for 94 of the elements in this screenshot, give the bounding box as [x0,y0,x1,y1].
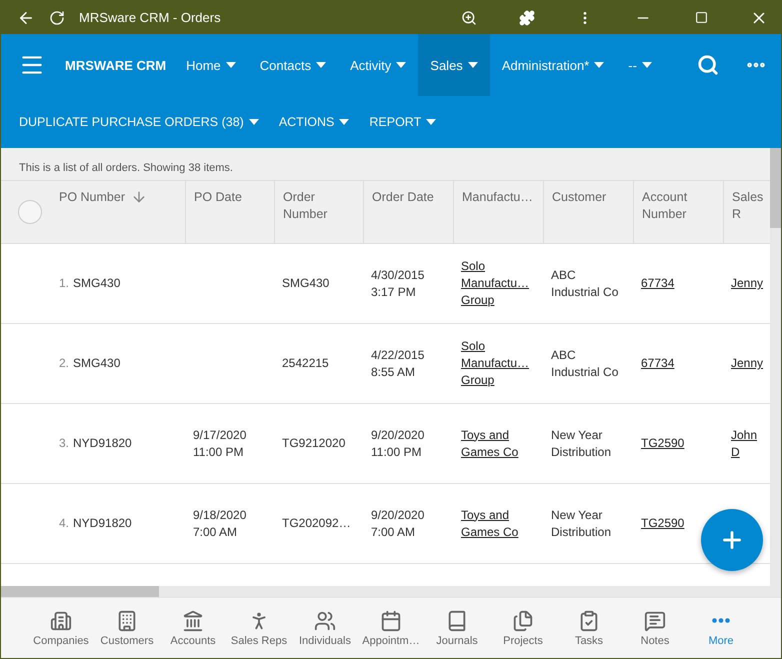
book-icon [446,610,468,632]
scrollbar-thumb[interactable] [1,586,159,597]
bottom-nav-item[interactable]: Tasks [556,598,622,658]
bottom-nav-item[interactable]: Sales Reps [226,598,292,658]
row-number: 1. [59,275,70,292]
documents-icon [512,610,534,632]
table-link[interactable]: Solo Manufactu… Group [461,258,535,309]
maximize-icon[interactable] [694,11,708,24]
puzzle-icon[interactable] [519,10,535,26]
table-row[interactable]: 3. NYD91820 9/17/2020 11:00 PM TG9212020 9/20/2020 11:00 PM Toys and Games Co New Year Distribution TG2590 John D [1,404,770,484]
table-cell: NYD91820 [73,435,132,452]
nav-menu[interactable]: -- [616,34,664,96]
zoom-icon[interactable] [461,10,477,26]
bottom-nav-item[interactable]: Notes [622,598,688,658]
toolbar-menu[interactable]: ACTIONS [278,115,350,129]
row-number: 4. [59,515,70,532]
nav-menu[interactable]: Sales [418,34,490,96]
table-cell-text: 9/18/2020 7:00 AM [193,506,248,540]
column-header[interactable]: Order Number [283,189,355,223]
table-row[interactable]: 2. SMG430 2542215 4/22/2015 8:55 AM Solo Manufactu… Group ABC Industrial Co 67734 Jenny [1,324,770,404]
column-header[interactable]: PO Number [59,189,125,206]
bottom-nav-item[interactable]: Companies [28,598,94,658]
bottom-nav-item[interactable]: Journals [424,598,490,658]
table-link[interactable]: 67734 [641,355,674,372]
table-cell-text: ABC Industrial Co [551,266,620,300]
reload-icon[interactable] [49,10,65,26]
table-cell-text: 4/30/2015 3:17 PM [371,266,426,300]
bottom-nav-item[interactable]: Accounts [160,598,226,658]
nav-menu[interactable]: Home [174,34,248,96]
row-number: 3. [59,435,70,452]
bank-icon [182,610,204,632]
column-header[interactable]: Sales R [732,189,764,223]
caret-icon [248,119,259,125]
caret-icon [426,119,436,125]
column-header[interactable]: Account Number [642,189,715,223]
table-link[interactable]: John D [731,426,763,460]
table-link[interactable]: Toys and Games Co [461,506,535,540]
table-link[interactable]: Toys and Games Co [461,426,535,460]
nav-menu[interactable]: Activity [338,34,418,96]
nav-menu[interactable]: Contacts [248,34,338,96]
toolbar-menu[interactable]: REPORT [369,115,436,129]
table-link[interactable]: 67734 [641,275,674,292]
bottom-nav-item[interactable]: Appointm… [358,598,424,658]
scrollbar-thumb[interactable] [770,148,781,228]
calendar-icon [380,610,402,632]
caret-icon [339,119,350,125]
caret-icon [642,62,652,68]
search-icon[interactable] [697,54,719,76]
bottom-nav-item[interactable]: Individuals [292,598,358,658]
bottom-nav-item[interactable]: Customers [94,598,160,658]
toolbar-menu[interactable]: DUPLICATE PURCHASE ORDERS (38) [19,115,259,129]
bottom-nav-item[interactable]: More [688,598,754,658]
table-link[interactable]: Jenny [731,355,764,372]
column-header[interactable]: PO Date [194,189,242,206]
table-cell-text: 9/17/2020 11:00 PM [193,426,248,460]
table-row[interactable]: 4. NYD91820 9/18/2020 7:00 AM TG202092… 9/20/2020 7:00 AM Toys and Games Co New Year Distribution TG2590 [1,484,770,564]
table-cell-text: New Year Distribution [551,506,612,540]
select-all-checkbox[interactable] [18,200,42,224]
table-link[interactable]: Solo Manufactu… Group [461,338,535,389]
table-cell: 2542215 [282,355,329,372]
table-cell-text: 4/22/2015 8:55 AM [371,346,426,380]
table-cell: SMG430 [73,275,120,292]
nav-menu[interactable]: Administration* [490,34,616,96]
column-header[interactable]: Order Date [372,189,434,206]
table-link[interactable]: Jenny [731,275,764,292]
table-cell-text: 9/20/2020 7:00 AM [371,506,426,540]
table-cell: SMG430 [73,355,120,372]
table-cell: SMG430 [282,275,330,292]
caret-icon [396,62,406,68]
column-header[interactable]: Customer [552,189,606,206]
brand-title: MRSWARE CRM [65,58,166,72]
note-icon [644,610,666,632]
building-icon [116,610,138,632]
table-cell: TG202092… [282,515,351,532]
bottom-nav-item[interactable]: Projects [490,598,556,658]
table-cell-text: ABC Industrial Co [551,346,620,380]
caret-icon [594,62,604,68]
table-link[interactable]: TG2590 [641,515,684,532]
caret-icon [226,62,236,68]
table-row[interactable]: 1. SMG430 SMG430 4/30/2015 3:17 PM Solo Manufactu… Group ABC Industrial Co 67734 Jenny [1,244,770,324]
more-icon [712,618,730,622]
clipboard-icon [578,610,600,632]
caret-icon [468,62,478,68]
table-cell-text: 9/20/2020 11:00 PM [371,426,426,460]
table-cell: TG9212020 [282,435,346,452]
caret-icon [316,62,326,68]
table-link[interactable]: TG2590 [641,435,684,452]
info-text: This is a list of all orders. Showing 38 items. [18,161,234,176]
window-title: MRSware CRM - Orders [79,10,222,25]
buildings-icon [50,610,72,632]
column-header[interactable]: Manufactu… [462,189,533,206]
table-cell: NYD91820 [73,515,132,532]
row-number: 2. [59,355,70,372]
table-cell-text: New Year Distribution [551,426,612,460]
